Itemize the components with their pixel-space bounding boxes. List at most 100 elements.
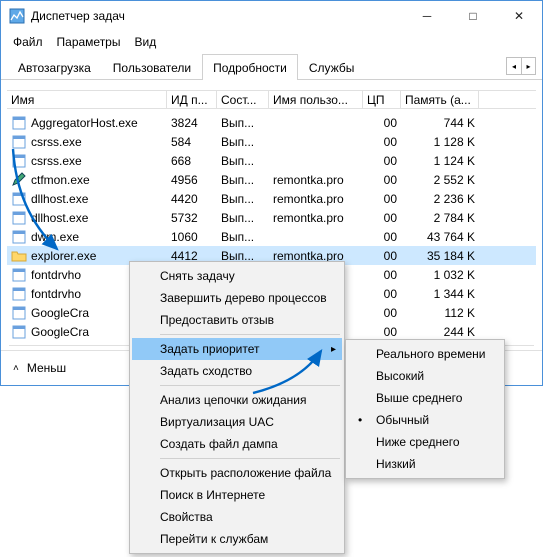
menu-item[interactable]: Предоставить отзыв <box>132 309 342 331</box>
proc-mem: 112 K <box>401 306 479 320</box>
proc-state: Вып... <box>217 116 269 130</box>
col-user[interactable]: Имя пользо... <box>269 91 363 108</box>
proc-state: Вып... <box>217 154 269 168</box>
menu-options[interactable]: Параметры <box>51 33 127 51</box>
proc-state: Вып... <box>217 135 269 149</box>
priority-submenu: Реального времениВысокийВыше среднегоОбы… <box>345 339 505 479</box>
proc-cpu: 00 <box>363 135 401 149</box>
menu-item[interactable]: Виртуализация UAC <box>132 411 342 433</box>
menu-item[interactable]: Создать файл дампа <box>132 433 342 455</box>
close-button[interactable]: ✕ <box>496 1 542 31</box>
menu-file[interactable]: Файл <box>7 33 49 51</box>
menu-separator <box>160 458 340 459</box>
table-row[interactable]: csrss.exe668Вып...001 124 K <box>7 151 536 170</box>
proc-name: fontdrvho <box>31 287 81 301</box>
menu-item[interactable]: Реального времени <box>348 343 502 365</box>
tabstrip: Автозагрузка Пользователи Подробности Сл… <box>1 53 542 80</box>
proc-name: dllhost.exe <box>31 192 88 206</box>
table-row[interactable]: dllhost.exe4420Вып...remontka.pro002 236… <box>7 189 536 208</box>
proc-mem: 244 K <box>401 325 479 339</box>
proc-mem: 2 784 K <box>401 211 479 225</box>
menu-item[interactable]: Свойства <box>132 506 342 528</box>
tab-users[interactable]: Пользователи <box>102 54 202 80</box>
table-row[interactable]: dwm.exe1060Вып...0043 764 K <box>7 227 536 246</box>
proc-name: csrss.exe <box>31 154 82 168</box>
proc-name: csrss.exe <box>31 135 82 149</box>
proc-mem: 744 K <box>401 116 479 130</box>
menu-item[interactable]: Перейти к службам <box>132 528 342 550</box>
tab-services[interactable]: Службы <box>298 54 365 80</box>
menu-item[interactable]: Завершить дерево процессов <box>132 287 342 309</box>
titlebar: Диспетчер задач ─ □ ✕ <box>1 1 542 31</box>
menu-item[interactable]: Анализ цепочки ожидания <box>132 389 342 411</box>
proc-cpu: 00 <box>363 306 401 320</box>
proc-user: remontka.pro <box>269 211 363 225</box>
proc-mem: 1 344 K <box>401 287 479 301</box>
proc-cpu: 00 <box>363 211 401 225</box>
col-cpu[interactable]: ЦП <box>363 91 401 108</box>
proc-state: Вып... <box>217 230 269 244</box>
menu-item[interactable]: Высокий <box>348 365 502 387</box>
tab-details[interactable]: Подробности <box>202 54 298 80</box>
table-row[interactable]: dllhost.exe 5732Вып...remontka.pro002 784… <box>7 208 536 227</box>
menu-item[interactable]: Открыть расположение файла <box>132 462 342 484</box>
tab-scroll-right[interactable]: ▸ <box>521 58 535 74</box>
proc-mem: 1 128 K <box>401 135 479 149</box>
proc-cpu: 00 <box>363 192 401 206</box>
col-pid[interactable]: ИД п... <box>167 91 217 108</box>
menu-item[interactable]: Выше среднего <box>348 387 502 409</box>
proc-state: Вып... <box>217 211 269 225</box>
chevron-up-icon: ˄ <box>13 363 19 374</box>
menu-item[interactable]: Низкий <box>348 453 502 475</box>
tab-startup[interactable]: Автозагрузка <box>7 54 102 80</box>
col-memory[interactable]: Память (а... <box>401 91 479 108</box>
proc-cpu: 00 <box>363 268 401 282</box>
app-icon <box>9 8 25 24</box>
menu-item[interactable]: Обычный <box>348 409 502 431</box>
task-manager-window: Диспетчер задач ─ □ ✕ Файл Параметры Вид… <box>0 0 543 386</box>
proc-name: dllhost.exe <box>31 211 88 225</box>
menu-item[interactable]: Задать приоритет <box>132 338 342 360</box>
proc-cpu: 00 <box>363 173 401 187</box>
proc-cpu: 00 <box>363 325 401 339</box>
menu-item[interactable]: Ниже среднего <box>348 431 502 453</box>
proc-state: Вып... <box>217 173 269 187</box>
proc-user: remontka.pro <box>269 192 363 206</box>
proc-name: explorer.exe <box>31 249 96 263</box>
minimize-button[interactable]: ─ <box>404 1 450 31</box>
proc-mem: 35 184 K <box>401 249 479 263</box>
proc-pid: 5732 <box>167 211 217 225</box>
menu-item[interactable]: Задать сходство <box>132 360 342 382</box>
column-headers: Имя ИД п... Сост... Имя пользо... ЦП Пам… <box>7 90 536 109</box>
proc-pid: 668 <box>167 154 217 168</box>
maximize-button[interactable]: □ <box>450 1 496 31</box>
window-title: Диспетчер задач <box>31 9 404 23</box>
menu-item[interactable]: Поиск в Интернете <box>132 484 342 506</box>
proc-mem: 1 124 K <box>401 154 479 168</box>
proc-user: remontka.pro <box>269 173 363 187</box>
menu-item[interactable]: Снять задачу <box>132 265 342 287</box>
proc-cpu: 00 <box>363 287 401 301</box>
menu-separator <box>160 334 340 335</box>
table-row[interactable]: AggregatorHost.exe 3824Вып... 00744 K <box>7 113 536 132</box>
proc-cpu: 00 <box>363 249 401 263</box>
col-state[interactable]: Сост... <box>217 91 269 108</box>
proc-pid: 3824 <box>167 116 217 130</box>
proc-mem: 1 032 K <box>401 268 479 282</box>
proc-name: GoogleCra <box>31 325 89 339</box>
menu-view[interactable]: Вид <box>128 33 162 51</box>
proc-pid: 4956 <box>167 173 217 187</box>
proc-pid: 584 <box>167 135 217 149</box>
proc-name: AggregatorHost.exe <box>31 116 138 130</box>
proc-name: GoogleCra <box>31 306 89 320</box>
proc-cpu: 00 <box>363 116 401 130</box>
table-row[interactable]: csrss.exe 584Вып... 001 128 K <box>7 132 536 151</box>
proc-name: ctfmon.exe <box>31 173 90 187</box>
tab-scroll-left[interactable]: ◂ <box>507 58 521 74</box>
table-row[interactable]: ctfmon.exe4956Вып...remontka.pro002 552 … <box>7 170 536 189</box>
proc-name: fontdrvho <box>31 268 81 282</box>
menubar: Файл Параметры Вид <box>1 31 542 53</box>
col-name[interactable]: Имя <box>7 91 167 108</box>
tab-scroller: ◂ ▸ <box>506 57 536 75</box>
fewer-details-button[interactable]: Меньш <box>27 361 66 375</box>
